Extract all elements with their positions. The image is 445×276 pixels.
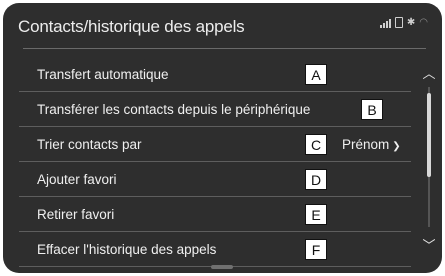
list-item-label: Effacer l'historique des appels xyxy=(37,242,217,257)
scroll-thumb[interactable] xyxy=(427,93,431,177)
status-bar: ✱ ◠ xyxy=(379,17,428,28)
settings-list: Transfert automatique A Transférer les c… xyxy=(19,57,411,267)
sort-select-value: Prénom xyxy=(342,137,390,152)
battery-icon xyxy=(394,17,403,28)
list-item-sort-contacts[interactable]: Trier contacts par C Prénom ❯ xyxy=(19,127,411,162)
chevron-down-icon: ❯ xyxy=(392,141,401,152)
callout-badge-e: E xyxy=(305,204,327,225)
callout-badge-f: F xyxy=(305,239,327,260)
list-item-clear-history[interactable]: Effacer l'historique des appels F xyxy=(19,232,411,267)
page-title: Contacts/historique des appels xyxy=(18,17,245,36)
list-item-label: Ajouter favori xyxy=(37,172,117,187)
list-item-label: Retirer favori xyxy=(37,207,115,222)
scrollbar[interactable]: ︿ ﹀ xyxy=(419,63,439,263)
bluetooth-icon: ✱ xyxy=(406,17,416,28)
chevron-up-icon[interactable]: ︿ xyxy=(419,63,439,82)
callout-badge-a: A xyxy=(305,64,327,85)
sort-select[interactable]: Prénom ❯ xyxy=(342,137,401,152)
callout-badge-d: D xyxy=(305,169,327,190)
list-item-transfer-contacts[interactable]: Transférer les contacts depuis le périph… xyxy=(19,92,411,127)
callout-badge-c: C xyxy=(305,134,327,155)
list-item-label: Transfert automatique xyxy=(37,67,169,82)
list-item-auto-transfer[interactable]: Transfert automatique A xyxy=(19,57,411,92)
header-divider xyxy=(23,48,426,49)
list-item-remove-favorite[interactable]: Retirer favori E xyxy=(19,197,411,232)
signal-icon xyxy=(379,18,391,28)
bottom-indicator xyxy=(211,265,233,269)
list-item-add-favorite[interactable]: Ajouter favori D xyxy=(19,162,411,197)
screen: Contacts/historique des appels ✱ ◠ Trans… xyxy=(3,3,442,273)
chevron-down-icon[interactable]: ﹀ xyxy=(419,235,439,254)
list-item-label: Trier contacts par xyxy=(37,137,142,152)
list-item-label: Transférer les contacts depuis le périph… xyxy=(37,102,311,117)
wifi-icon: ◠ xyxy=(419,17,428,28)
callout-badge-b: B xyxy=(361,99,383,120)
